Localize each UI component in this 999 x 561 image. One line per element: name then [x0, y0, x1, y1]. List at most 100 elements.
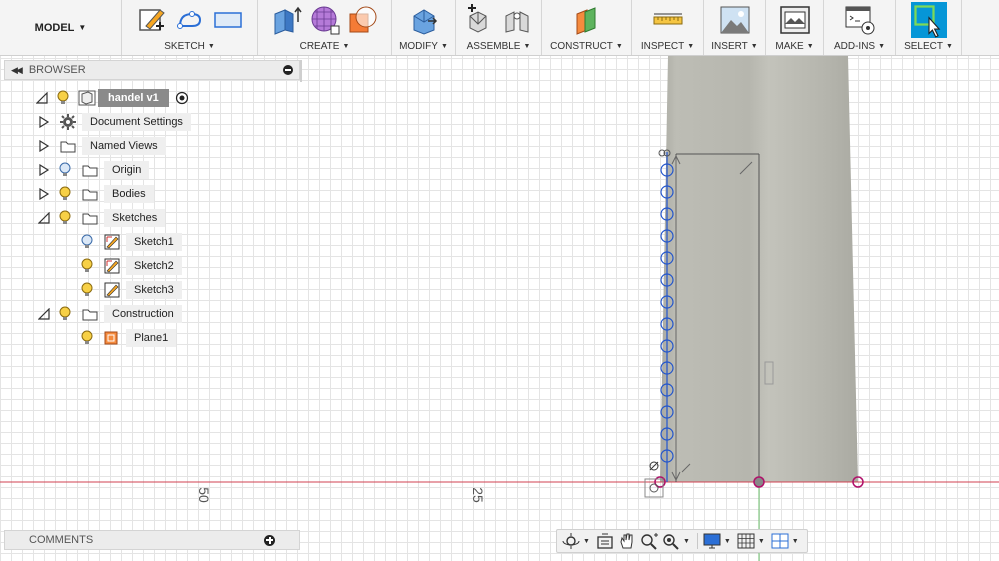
3d-print-icon[interactable] — [779, 4, 811, 36]
tree-item-origin[interactable]: Origin — [38, 160, 150, 180]
tree-item-named-views[interactable]: Named Views — [38, 136, 166, 156]
line-tool-icon[interactable] — [174, 4, 206, 36]
toolbar-group-inspect: INSPECT ▼ — [632, 0, 704, 55]
toolbar-label-assemble[interactable]: ASSEMBLE — [467, 41, 521, 53]
toolbar-label-make[interactable]: MAKE — [775, 41, 803, 53]
visibility-bulb-off-icon[interactable] — [80, 234, 94, 250]
measure-icon[interactable] — [652, 4, 684, 36]
expand-down-icon[interactable] — [36, 92, 48, 104]
tree-item-bodies[interactable]: Bodies — [38, 184, 154, 204]
expand-right-icon[interactable] — [38, 140, 50, 152]
collapse-panel-icon[interactable]: ◀◀ — [11, 65, 23, 76]
toolbar-group-select: SELECT ▼ — [896, 0, 962, 55]
chevron-down-icon[interactable]: ▼ — [724, 538, 731, 545]
create-sketch-icon[interactable] — [136, 4, 168, 36]
sketch-icon — [104, 282, 120, 298]
toolbar-group-insert: INSERT ▼ — [704, 0, 766, 55]
visibility-bulb-icon[interactable] — [58, 186, 72, 202]
toolbar-group-modify: MODIFY ▼ — [392, 0, 456, 55]
toolbar-group-assemble: ASSEMBLE ▼ — [456, 0, 542, 55]
pan-hand-icon[interactable] — [617, 532, 637, 550]
tree-item-sketches[interactable]: Sketches — [38, 208, 166, 228]
tree-item-sketch3[interactable]: Sketch3 — [80, 280, 182, 300]
tree-item-sketch2[interactable]: Sketch2 — [80, 256, 182, 276]
press-pull-icon[interactable] — [408, 4, 440, 36]
zoom-window-icon[interactable] — [661, 532, 681, 550]
toolbar-group-construct: CONSTRUCT ▼ — [542, 0, 632, 55]
component-icon — [78, 90, 96, 106]
toolbar-label-create[interactable]: CREATE — [300, 41, 340, 53]
ruler-label-50: 50 — [195, 487, 212, 503]
chevron-down-icon: ▼ — [342, 43, 350, 50]
workspace-label: MODEL — [34, 21, 75, 34]
viewports-icon[interactable] — [770, 532, 790, 550]
expand-down-icon[interactable] — [38, 212, 50, 224]
extrude-icon[interactable] — [271, 4, 303, 36]
add-comment-icon[interactable] — [264, 534, 275, 546]
chevron-down-icon: ▼ — [78, 23, 87, 32]
visibility-bulb-off-icon[interactable] — [58, 162, 72, 178]
tree-item-label: Sketch1 — [126, 233, 182, 251]
toolbar-group-addins: ADD-INS ▼ — [824, 0, 896, 55]
expand-down-icon[interactable] — [38, 308, 50, 320]
minimize-icon[interactable] — [283, 65, 293, 75]
look-at-icon[interactable] — [595, 532, 615, 550]
display-settings-icon[interactable] — [702, 532, 722, 550]
browser-panel-header[interactable]: ◀◀ BROWSER — [4, 60, 300, 80]
tree-item-label: Plane1 — [126, 329, 177, 347]
insert-image-icon[interactable] — [719, 4, 751, 36]
comments-panel-header[interactable]: COMMENTS — [4, 530, 300, 550]
tree-item-label: Named Views — [82, 137, 166, 155]
tree-item-label: Construction — [104, 305, 182, 323]
toolbar-label-inspect[interactable]: INSPECT — [641, 41, 684, 53]
toolbar-label-addins[interactable]: ADD-INS — [834, 41, 875, 53]
tree-item-label: Sketches — [104, 209, 166, 227]
tree-item-label: Sketch2 — [126, 257, 182, 275]
offset-plane-icon[interactable] — [571, 4, 603, 36]
joint-icon[interactable] — [502, 4, 534, 36]
sketch-icon — [104, 258, 120, 274]
workspace-switcher[interactable]: MODEL ▼ — [0, 0, 122, 55]
chevron-down-icon[interactable]: ▼ — [792, 538, 799, 545]
orbit-icon[interactable] — [561, 532, 581, 550]
select-arrow-icon[interactable] — [910, 2, 948, 38]
tree-root[interactable]: handel v1 — [36, 88, 189, 108]
rectangle-tool-icon[interactable] — [212, 4, 244, 36]
activate-radio-icon[interactable] — [175, 91, 189, 105]
visibility-bulb-icon[interactable] — [80, 282, 94, 298]
visibility-bulb-icon[interactable] — [56, 90, 70, 106]
expand-right-icon[interactable] — [38, 188, 50, 200]
form-icon[interactable] — [309, 4, 341, 36]
visibility-bulb-icon[interactable] — [58, 210, 72, 226]
toolbar-label-modify[interactable]: MODIFY — [399, 41, 438, 53]
zoom-icon[interactable] — [639, 532, 659, 550]
browser-title: BROWSER — [28, 64, 86, 76]
chevron-down-icon[interactable]: ▼ — [683, 538, 690, 545]
visibility-bulb-icon[interactable] — [80, 258, 94, 274]
visibility-bulb-icon[interactable] — [80, 330, 94, 346]
folder-icon — [82, 189, 98, 200]
toolbar-label-construct[interactable]: CONSTRUCT — [550, 41, 613, 53]
chevron-down-icon: ▼ — [523, 43, 531, 50]
tree-item-sketch1[interactable]: Sketch1 — [80, 232, 182, 252]
tree-item-construction[interactable]: Construction — [38, 304, 182, 324]
toolbar-label-insert[interactable]: INSERT — [711, 41, 748, 53]
navigation-bar: ▼ ▼ ▼ ▼ ▼ — [556, 529, 808, 553]
grid-settings-icon[interactable] — [736, 532, 756, 550]
expand-right-icon[interactable] — [38, 116, 50, 128]
chevron-down-icon[interactable]: ▼ — [583, 538, 590, 545]
toolbar-label-select[interactable]: SELECT — [904, 41, 943, 53]
new-component-icon[interactable] — [464, 4, 496, 36]
tree-item-plane1[interactable]: Plane1 — [80, 328, 177, 348]
tree-item-document-settings[interactable]: Document Settings — [38, 112, 191, 132]
ruler-label-25: 25 — [469, 487, 486, 503]
visibility-bulb-icon[interactable] — [58, 306, 72, 322]
folder-icon — [82, 213, 98, 224]
scripts-addins-icon[interactable] — [844, 4, 876, 36]
tree-root-label[interactable]: handel v1 — [98, 89, 169, 107]
panel-divider[interactable] — [300, 60, 302, 82]
create-shape-icon[interactable] — [347, 4, 379, 36]
chevron-down-icon[interactable]: ▼ — [758, 538, 765, 545]
expand-right-icon[interactable] — [38, 164, 50, 176]
toolbar-label-sketch[interactable]: SKETCH — [164, 41, 205, 53]
